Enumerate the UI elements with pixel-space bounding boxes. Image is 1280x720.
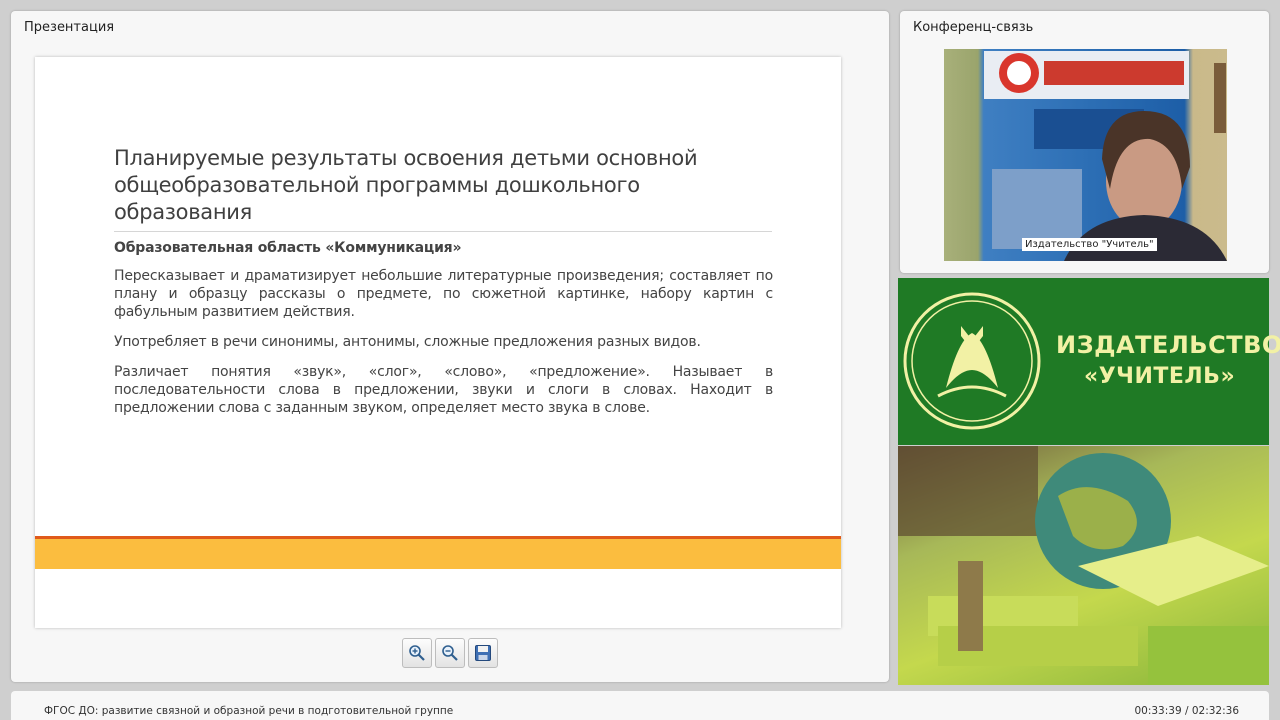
slide-title: Планируемые результаты освоения детьми о…: [114, 146, 698, 224]
conference-panel-title: Конференц-связь: [913, 20, 1034, 35]
publisher-emblem-icon: [903, 292, 1041, 430]
books-illustration: [898, 446, 1269, 685]
slide-body: Образовательная область «Коммуникация» П…: [114, 239, 773, 429]
zoom-in-button[interactable]: [402, 638, 432, 668]
save-button[interactable]: [468, 638, 498, 668]
publisher-name-line2: «УЧИТЕЛЬ»: [1084, 364, 1236, 389]
zoom-out-button[interactable]: [435, 638, 465, 668]
publisher-name-line1: ИЗДАТЕЛЬСТВО: [1056, 331, 1280, 359]
video-frame-image: [984, 51, 1227, 261]
player-footer: ФГОС ДО: развитие связной и образной реч…: [11, 691, 1269, 720]
conference-panel: Конференц-связь Издательство "Учитель": [900, 11, 1269, 273]
slide-paragraph: Различает понятия «звук», «слог», «слово…: [114, 364, 773, 416]
video-caption: Издательство "Учитель": [1022, 238, 1157, 251]
books-and-globe-image: [898, 446, 1269, 685]
slide-accent-band: [35, 539, 841, 569]
title-divider: [114, 231, 772, 232]
slide-paragraph: Пересказывает и драматизирует небольшие …: [114, 268, 773, 320]
save-icon: [475, 645, 491, 661]
presentation-panel-title: Презентация: [24, 20, 115, 35]
slide-paragraph: Употребляет в речи синонимы, антонимы, с…: [114, 334, 701, 350]
zoom-in-icon: [409, 645, 425, 661]
slide-section-heading: Образовательная область «Коммуникация»: [114, 240, 462, 256]
presentation-panel: Презентация Планируемые результаты освое…: [11, 11, 889, 682]
slide: Планируемые результаты освоения детьми о…: [35, 57, 841, 628]
zoom-out-icon: [442, 645, 458, 661]
playback-time: 00:33:39 / 02:32:36: [1134, 705, 1239, 717]
webcam-video[interactable]: Издательство "Учитель": [944, 49, 1227, 261]
webinar-title: ФГОС ДО: развитие связной и образной реч…: [44, 705, 454, 717]
publisher-logo-banner: ИЗДАТЕЛЬСТВО «УЧИТЕЛЬ»: [898, 278, 1280, 445]
